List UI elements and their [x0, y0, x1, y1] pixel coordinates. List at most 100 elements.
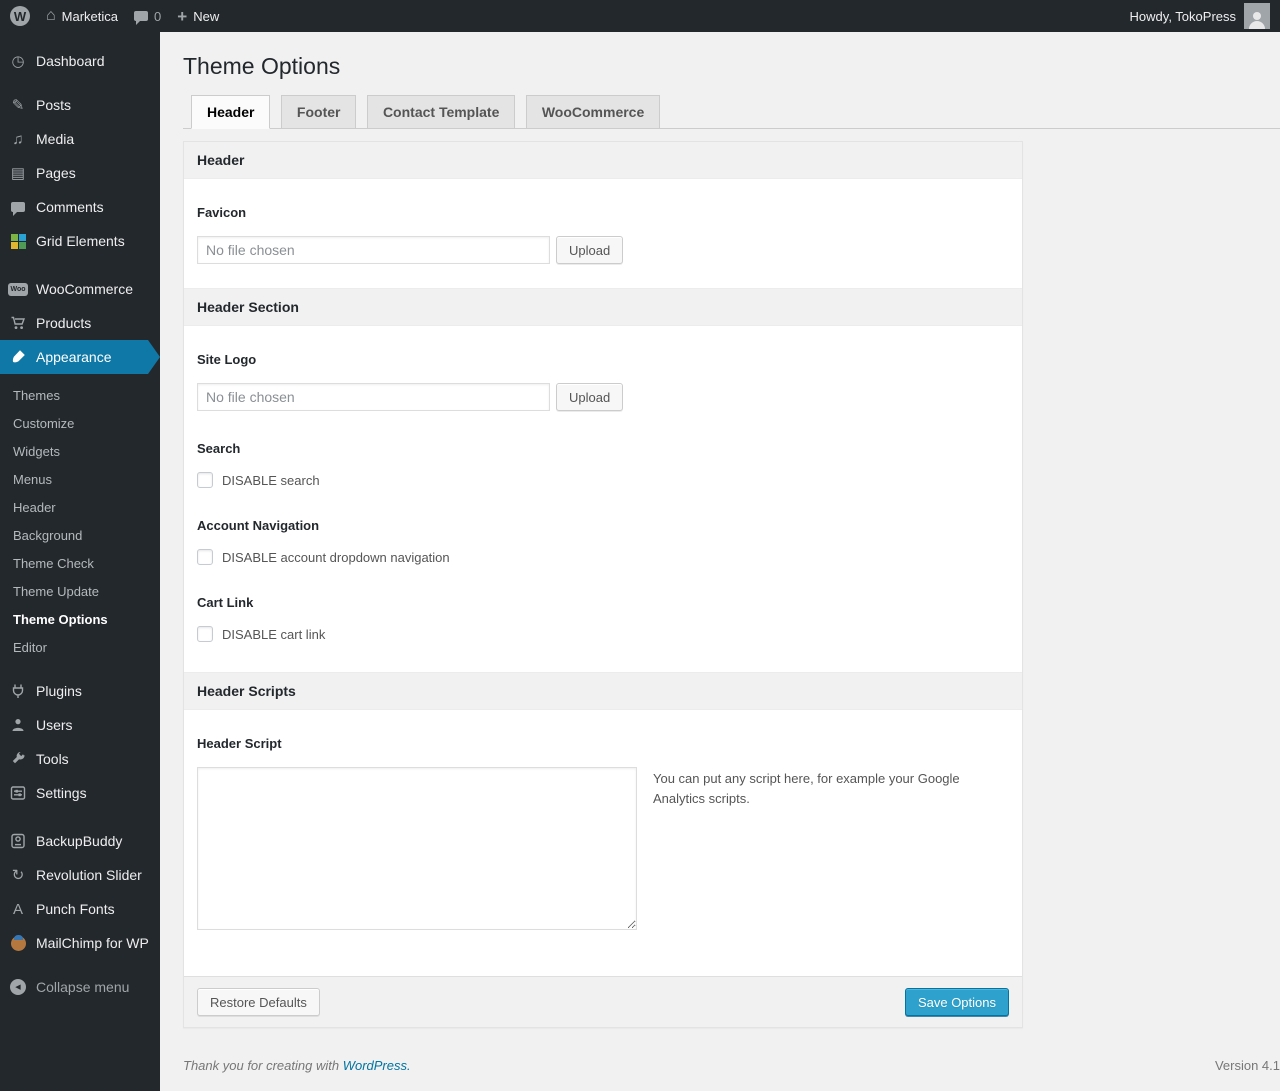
- disable-account-nav-checkbox-label[interactable]: DISABLE account dropdown navigation: [222, 550, 450, 565]
- main-content: Theme Options Header Footer Contact Temp…: [160, 32, 1280, 1091]
- wrench-icon: [8, 751, 28, 767]
- submenu-item-theme-check[interactable]: Theme Check: [0, 550, 160, 578]
- wordpress-menu[interactable]: W: [10, 6, 30, 26]
- appearance-submenu: Themes Customize Widgets Menus Header Ba…: [0, 374, 160, 674]
- theme-options-panel: Header Favicon Upload Header Section Sit…: [183, 141, 1023, 1028]
- submenu-item-theme-options[interactable]: Theme Options: [0, 606, 160, 634]
- site-logo-file-input[interactable]: [197, 383, 550, 411]
- collapse-arrow-icon: ◀: [8, 979, 28, 995]
- submenu-item-customize[interactable]: Customize: [0, 410, 160, 438]
- site-name: Marketica: [61, 8, 119, 24]
- sidebar-item-backupbuddy[interactable]: BackupBuddy: [0, 824, 160, 858]
- new-content-menu[interactable]: + New: [177, 8, 219, 25]
- sidebar-item-label: WooCommerce: [36, 281, 133, 297]
- site-link[interactable]: ⌂ Marketica: [46, 8, 118, 24]
- section-header-body: Favicon Upload: [184, 179, 1022, 288]
- favicon-upload-button[interactable]: Upload: [556, 236, 624, 264]
- site-logo-upload-button[interactable]: Upload: [556, 383, 624, 411]
- sidebar-item-label: Posts: [36, 97, 72, 113]
- circular-arrows-icon: ↻: [11, 866, 25, 884]
- sidebar-item-users[interactable]: Users: [0, 708, 160, 742]
- section-header-title: Header: [184, 142, 1022, 179]
- sidebar-item-posts[interactable]: ✎ Posts: [0, 88, 160, 122]
- sidebar-item-pages[interactable]: ▤ Pages: [0, 156, 160, 190]
- sidebar-item-punch-fonts[interactable]: A Punch Fonts: [0, 892, 160, 926]
- save-options-button[interactable]: Save Options: [904, 988, 1009, 1016]
- sidebar-item-comments[interactable]: Comments: [0, 190, 160, 224]
- media-icon: ♫: [12, 130, 24, 148]
- sidebar-item-products[interactable]: Products: [0, 306, 160, 340]
- cart-icon: [8, 315, 28, 331]
- disable-search-checkbox[interactable]: [197, 472, 213, 488]
- section-header-section-body: Site Logo Upload Search DISABLE search A…: [184, 326, 1022, 672]
- sidebar-item-settings[interactable]: Settings: [0, 776, 160, 810]
- avatar[interactable]: [1244, 3, 1270, 29]
- section-header-scripts-body: Header Script You can put any script her…: [184, 710, 1022, 976]
- submenu-item-widgets[interactable]: Widgets: [0, 438, 160, 466]
- sidebar-item-label: Plugins: [36, 683, 82, 699]
- tab-contact-template[interactable]: Contact Template: [366, 95, 516, 128]
- wordpress-link[interactable]: WordPress.: [343, 1058, 411, 1073]
- comments-bubble-icon: [134, 11, 149, 25]
- restore-defaults-button[interactable]: Restore Defaults: [197, 988, 320, 1016]
- pushpin-icon: ✎: [11, 96, 25, 114]
- sidebar-item-label: Users: [36, 717, 73, 733]
- header-script-label: Header Script: [197, 736, 282, 751]
- sidebar-item-label: Comments: [36, 199, 104, 215]
- sidebar-item-tools[interactable]: Tools: [0, 742, 160, 776]
- sidebar-item-mailchimp[interactable]: MailChimp for WP: [0, 926, 160, 960]
- sidebar-item-appearance[interactable]: Appearance: [0, 340, 160, 374]
- comments-shortcut[interactable]: 0: [134, 8, 162, 25]
- sidebar-item-revolution-slider[interactable]: ↻ Revolution Slider: [0, 858, 160, 892]
- submenu-item-background[interactable]: Background: [0, 522, 160, 550]
- sidebar-item-plugins[interactable]: Plugins: [0, 674, 160, 708]
- submenu-item-header[interactable]: Header: [0, 494, 160, 522]
- favicon-file-input[interactable]: [197, 236, 550, 264]
- submenu-item-theme-update[interactable]: Theme Update: [0, 578, 160, 606]
- version-text: Version 4.1: [1214, 1058, 1280, 1073]
- sidebar-item-dashboard[interactable]: ◷ Dashboard: [0, 44, 160, 78]
- wordpress-logo-icon: W: [10, 6, 30, 26]
- collapse-menu-button[interactable]: ◀ Collapse menu: [0, 970, 160, 1004]
- sidebar-item-label: Collapse menu: [36, 979, 130, 995]
- sidebar-item-grid-elements[interactable]: Grid Elements: [0, 224, 160, 258]
- tab-header[interactable]: Header: [191, 95, 271, 129]
- page-title: Theme Options: [183, 53, 341, 79]
- letter-a-icon: A: [12, 900, 23, 918]
- sidebar-item-woocommerce[interactable]: Woo WooCommerce: [0, 272, 160, 306]
- sidebar-item-label: BackupBuddy: [36, 833, 123, 849]
- woocommerce-icon: Woo: [8, 282, 28, 296]
- sidebar-item-label: Products: [36, 315, 92, 331]
- account-navigation-label: Account Navigation: [197, 518, 320, 533]
- sidebar-item-label: MailChimp for WP: [36, 935, 149, 951]
- tab-woocommerce[interactable]: WooCommerce: [525, 95, 661, 128]
- plugin-icon: [8, 683, 28, 699]
- settings-sliders-icon: [8, 785, 28, 801]
- grid-elements-icon: [8, 233, 28, 249]
- sidebar-item-label: Pages: [36, 165, 76, 181]
- backupbuddy-icon: [8, 833, 28, 849]
- submenu-item-themes[interactable]: Themes: [0, 382, 160, 410]
- sidebar-item-label: Media: [36, 131, 75, 147]
- disable-account-nav-checkbox[interactable]: [197, 549, 213, 565]
- cart-link-label: Cart Link: [197, 595, 254, 610]
- site-logo-label: Site Logo: [197, 352, 257, 367]
- sidebar-item-media[interactable]: ♫ Media: [0, 122, 160, 156]
- disable-cart-link-checkbox-label[interactable]: DISABLE cart link: [222, 627, 325, 642]
- howdy-account-link[interactable]: Howdy, TokoPress: [1130, 9, 1236, 24]
- tab-footer[interactable]: Footer: [280, 95, 357, 128]
- disable-search-checkbox-label[interactable]: DISABLE search: [222, 473, 320, 488]
- submenu-item-menus[interactable]: Menus: [0, 466, 160, 494]
- submenu-item-editor[interactable]: Editor: [0, 634, 160, 662]
- comments-icon: [8, 202, 28, 216]
- sidebar-item-label: Settings: [36, 785, 87, 801]
- disable-cart-link-checkbox[interactable]: [197, 626, 213, 642]
- sidebar-item-label: Appearance: [36, 349, 112, 365]
- panel-footer: Restore Defaults Save Options: [184, 976, 1022, 1027]
- header-script-help-text: You can put any script here, for example…: [653, 771, 960, 807]
- header-script-textarea[interactable]: [197, 767, 637, 930]
- admin-sidebar: ◷ Dashboard ✎ Posts ♫ Media ▤ Pages Comm…: [0, 32, 160, 1091]
- comment-count: 0: [154, 8, 162, 24]
- section-header-scripts-title: Header Scripts: [184, 672, 1022, 710]
- section-header-section-title: Header Section: [184, 288, 1022, 326]
